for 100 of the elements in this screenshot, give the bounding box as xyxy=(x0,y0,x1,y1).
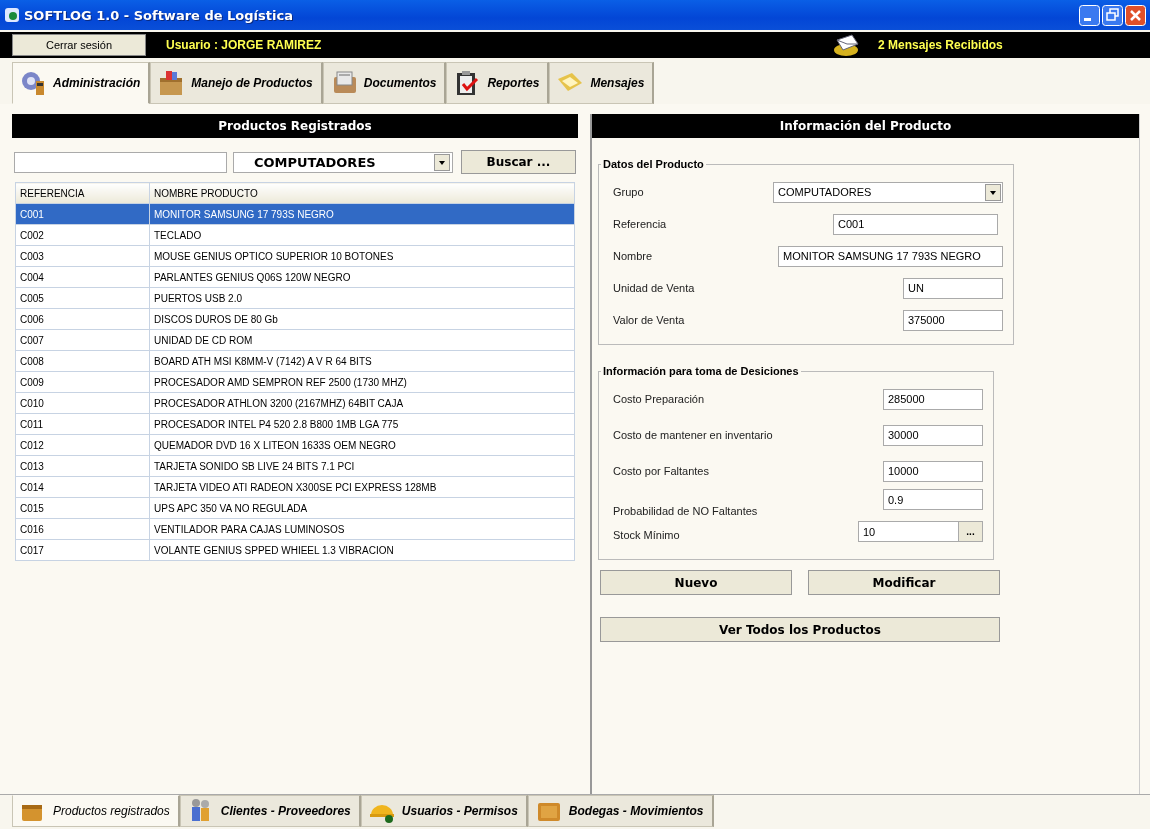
table-cell: C014 xyxy=(15,476,150,498)
tab[interactable]: Documentos xyxy=(322,62,447,104)
table-cell: C007 xyxy=(15,329,150,351)
text-field[interactable]: 375000 xyxy=(903,309,1003,331)
text-field[interactable]: C001 xyxy=(833,213,998,235)
tab[interactable]: Manejo de Productos xyxy=(150,62,323,104)
field-label: Valor de Venta xyxy=(613,314,686,326)
table-cell: C008 xyxy=(15,350,150,372)
table-row[interactable]: C014 TARJETA VIDEO ATI RADEON X300SE PCI EXPRESS 128MB xyxy=(15,476,575,498)
table-row[interactable]: C006 DISCOS DUROS DE 80 Gb xyxy=(15,308,575,330)
table-cell: TECLADO xyxy=(149,224,575,246)
table-cell: DISCOS DUROS DE 80 Gb xyxy=(149,308,575,330)
action-button[interactable]: Modificar xyxy=(808,570,1000,595)
field-label: Costo Preparación xyxy=(613,393,706,405)
table-row[interactable]: C013 TARJETA SONIDO SB LIVE 24 BITS 7.1 PCI xyxy=(15,455,575,477)
stock-field[interactable]: 10 ... xyxy=(858,521,983,542)
user-name: Usuario : JORGE RAMIREZ xyxy=(166,38,323,52)
table-cell: PARLANTES GENIUS Q06S 120W NEGRO xyxy=(149,266,575,288)
show-all-button[interactable]: Ver Todos los Productos xyxy=(600,617,1000,642)
table-cell: C003 xyxy=(15,245,150,267)
table-cell: VOLANTE GENIUS SPPED WHIEEL 1.3 VIBRACION xyxy=(149,539,575,561)
action-button[interactable]: Nuevo xyxy=(600,570,792,595)
table-cell: VENTILADOR PARA CAJAS LUMINOSOS xyxy=(149,518,575,540)
table-row[interactable]: C001 MONITOR SAMSUNG 17 793S NEGRO xyxy=(15,203,575,225)
section-title: Datos del Producto xyxy=(602,158,705,170)
app-logo-icon xyxy=(4,7,20,23)
browse-button[interactable]: ... xyxy=(958,522,982,541)
window-title: SOFTLOG 1.0 - Software de Logística xyxy=(24,7,294,23)
text-field[interactable]: MONITOR SAMSUNG 17 793S NEGRO xyxy=(778,245,1003,267)
table-cell: C012 xyxy=(15,434,150,456)
table-cell: BOARD ATH MSI K8MM-V (7142) A V R 64 BITS xyxy=(149,350,575,372)
table-cell: PROCESADOR INTEL P4 520 2.8 B800 1MB LGA 775 xyxy=(149,413,575,435)
table-cell: TARJETA SONIDO SB LIVE 24 BITS 7.1 PCI xyxy=(149,455,575,477)
table-row[interactable]: C011 PROCESADOR INTEL P4 520 2.8 B800 1MB LGA 775 xyxy=(15,413,575,435)
table-cell: C011 xyxy=(15,413,150,435)
minimize-icon[interactable] xyxy=(1079,4,1100,26)
field-label: Unidad de Venta xyxy=(613,282,696,294)
bottom-tab[interactable]: Productos registrados xyxy=(12,795,180,827)
table-row[interactable]: C005 PUERTOS USB 2.0 xyxy=(15,287,575,309)
text-field[interactable]: 10000 xyxy=(883,460,983,482)
table-cell: C005 xyxy=(15,287,150,309)
text-field[interactable]: 285000 xyxy=(883,388,983,410)
table-cell: QUEMADOR DVD 16 X LITEON 1633S OEM NEGRO xyxy=(149,434,575,456)
table-row[interactable]: C007 UNIDAD DE CD ROM xyxy=(15,329,575,351)
table-cell: C013 xyxy=(15,455,150,477)
table-cell: C002 xyxy=(15,224,150,246)
table-row[interactable]: C002 TECLADO xyxy=(15,224,575,246)
table-cell: UPS APC 350 VA NO REGULADA xyxy=(149,497,575,519)
field-label: Stock Mínimo xyxy=(613,529,681,541)
text-field[interactable]: 0.9 xyxy=(883,489,983,510)
logout-button[interactable]: Cerrar sesión xyxy=(12,34,146,56)
panel-header: Información del Producto xyxy=(592,114,1139,138)
table-cell: C016 xyxy=(15,518,150,540)
panel-header: Productos Registrados xyxy=(12,114,578,138)
bottom-tab[interactable]: Usuarios - Permisos xyxy=(360,795,528,827)
table-row[interactable]: C010 PROCESADOR ATHLON 3200 (2167MHZ) 64BIT CAJA xyxy=(15,392,575,414)
table-cell: C015 xyxy=(15,497,150,519)
text-field[interactable]: UN xyxy=(903,277,1003,299)
table-row[interactable]: C004 PARLANTES GENIUS Q06S 120W NEGRO xyxy=(15,266,575,288)
table-cell: C010 xyxy=(15,392,150,414)
table-row[interactable]: C003 MOUSE GENIUS OPTICO SUPERIOR 10 BOTONES xyxy=(15,245,575,267)
close-icon[interactable] xyxy=(1125,4,1146,26)
table-cell: MOUSE GENIUS OPTICO SUPERIOR 10 BOTONES xyxy=(149,245,575,267)
field-label: Nombre xyxy=(613,250,654,262)
gear-icon xyxy=(19,69,47,97)
field-label: Costo por Faltantes xyxy=(613,465,710,477)
table-row[interactable]: C017 VOLANTE GENIUS SPPED WHIEEL 1.3 VIBRACION xyxy=(15,539,575,561)
field-label: Referencia xyxy=(613,218,668,230)
group-dropdown[interactable]: COMPUTADORES xyxy=(233,151,453,173)
table-cell: C006 xyxy=(15,308,150,330)
search-button[interactable]: Buscar ... xyxy=(461,150,576,174)
column-header: REFERENCIA xyxy=(15,182,150,204)
section-title: Información para toma de Desiciones xyxy=(602,365,800,377)
text-field[interactable]: 30000 xyxy=(883,424,983,446)
table-cell: C017 xyxy=(15,539,150,561)
field-label: Grupo xyxy=(613,186,645,198)
restore-icon[interactable] xyxy=(1102,4,1123,26)
column-header: NOMBRE PRODUCTO xyxy=(149,182,575,204)
table-cell: MONITOR SAMSUNG 17 793S NEGRO xyxy=(149,203,575,225)
table-row[interactable]: C008 BOARD ATH MSI K8MM-V (7142) A V R 64 BITS xyxy=(15,350,575,372)
bottom-tab[interactable]: Clientes - Proveedores xyxy=(179,795,361,827)
bottom-tab[interactable]: Bodegas - Movimientos xyxy=(527,795,714,827)
table-row[interactable]: C015 UPS APC 350 VA NO REGULADA xyxy=(15,497,575,519)
table-row[interactable]: C012 QUEMADOR DVD 16 X LITEON 1633S OEM NEGRO xyxy=(15,434,575,456)
tab[interactable]: Mensajes xyxy=(549,62,655,104)
field-label: Probabilidad de NO Faltantes xyxy=(613,505,759,517)
table-row[interactable]: C016 VENTILADOR PARA CAJAS LUMINOSOS xyxy=(15,518,575,540)
table-cell: PUERTOS USB 2.0 xyxy=(149,287,575,309)
table-row[interactable]: C009 PROCESADOR AMD SEMPRON REF 2500 (1730 MHZ) xyxy=(15,371,575,393)
group-dropdown[interactable]: COMPUTADORES xyxy=(773,181,1003,203)
table-cell: TARJETA VIDEO ATI RADEON X300SE PCI EXPRESS 128MB xyxy=(149,476,575,498)
table-cell: C001 xyxy=(15,203,150,225)
table-cell: C004 xyxy=(15,266,150,288)
table-cell: PROCESADOR AMD SEMPRON REF 2500 (1730 MHZ) xyxy=(149,371,575,393)
messages-count: 2 Mensajes Recibidos xyxy=(878,38,1004,52)
tab[interactable]: Administración xyxy=(12,62,151,104)
search-field[interactable] xyxy=(14,151,227,173)
tab[interactable]: Reportes xyxy=(446,62,550,104)
table-cell: C009 xyxy=(15,371,150,393)
table-cell: PROCESADOR ATHLON 3200 (2167MHZ) 64BIT CAJA xyxy=(149,392,575,414)
